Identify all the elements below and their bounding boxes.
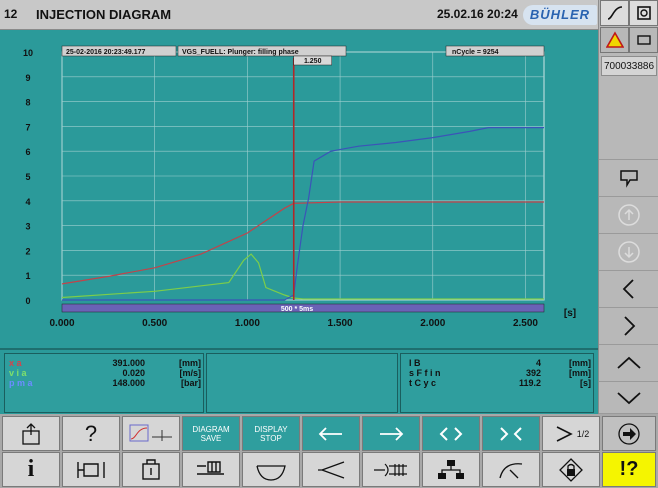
chart-canvas: 0 1 2 3 4 5 6 7 8 9 10 0.000 0.500 1.000 1.500 2.000 2.5… xyxy=(23,45,576,329)
title-bar: 12 INJECTION DIAGRAM 25.02.16 20:24 BÜHL… xyxy=(0,0,598,30)
screen-icon[interactable] xyxy=(629,0,658,26)
value-unit: [m/s] xyxy=(179,368,201,378)
arrow-left-icon[interactable] xyxy=(302,416,360,451)
speech-bubble-icon[interactable] xyxy=(599,160,658,197)
extractor-icon[interactable] xyxy=(362,452,420,487)
diagram-settings-icon xyxy=(129,424,172,441)
help-button[interactable]: ? xyxy=(62,416,120,451)
network-icon[interactable] xyxy=(422,452,480,487)
y-tick-label: 5 xyxy=(25,172,30,182)
value-unit: [mm] xyxy=(569,368,591,378)
x-axis-label: [s] xyxy=(564,308,576,319)
y-tick-label: 0 xyxy=(25,296,30,306)
scroll-up-disabled-icon[interactable] xyxy=(599,197,658,234)
machine-serial: 700033886 xyxy=(601,56,657,76)
screen-title: INJECTION DIAGRAM xyxy=(36,7,172,22)
live-values-box: x a 391.000 [mm] v i a 0.020 [m/s] p m a… xyxy=(4,353,204,413)
alarm-warning-icon[interactable] xyxy=(600,27,629,53)
cursor-value-label: 1.250 xyxy=(304,58,322,65)
zoom-out-icon[interactable] xyxy=(422,416,480,451)
battery-icon[interactable] xyxy=(629,27,658,53)
injection-unit-icon[interactable] xyxy=(182,452,240,487)
x-tick-label: 1.000 xyxy=(235,318,260,329)
brand-logo: BÜHLER xyxy=(523,5,597,25)
diagram-save-button[interactable]: DIAGRAM SAVE xyxy=(182,416,240,451)
empty-info-box xyxy=(206,353,398,413)
y-tick-label: 6 xyxy=(25,147,30,157)
value-unit: [bar] xyxy=(181,378,201,388)
y-tick-label: 10 xyxy=(23,48,33,58)
right-sidebar: 700033886 xyxy=(598,0,658,414)
y-tick-label: 3 xyxy=(25,222,30,232)
x-tick-label: 0.000 xyxy=(49,318,74,329)
display-stop-button[interactable]: DISPLAY STOP xyxy=(242,416,300,451)
ladle-icon[interactable] xyxy=(242,452,300,487)
trend-icon[interactable] xyxy=(600,0,629,26)
value: 4 xyxy=(535,358,541,368)
value: 148.000 xyxy=(112,378,145,388)
timestamp-label: 25-02-2016 20:23:49.177 xyxy=(66,49,146,56)
die-icon[interactable] xyxy=(122,452,180,487)
x-tick-label: 0.500 xyxy=(142,318,167,329)
next-page-button[interactable]: 1/2 xyxy=(542,416,600,451)
datetime: 25.02.16 20:24 xyxy=(437,7,518,21)
cycle-values-box: I B 4 [mm] s F f i n 392 [mm] t C y c 11… xyxy=(400,353,594,413)
clamping-unit-icon[interactable] xyxy=(62,452,120,487)
value: 119.2 xyxy=(518,378,541,388)
value-label: p m a xyxy=(9,378,33,388)
esc-icon xyxy=(22,422,40,445)
y-tick-label: 4 xyxy=(25,197,30,207)
bottom-toolbar: ? DIAGRAM SAVE DISPLAY STOP 1/2 i !? xyxy=(0,414,658,488)
value-unit: [mm] xyxy=(179,358,201,368)
enter-arrow-icon[interactable] xyxy=(602,416,656,451)
x-tick-label: 2.500 xyxy=(513,318,538,329)
scroll-down-disabled-icon[interactable] xyxy=(599,234,658,271)
lock-icon[interactable] xyxy=(542,452,600,487)
chevron-right-icon[interactable] xyxy=(599,308,658,345)
arrow-right-icon[interactable] xyxy=(362,416,420,451)
y-tick-label: 9 xyxy=(25,73,30,83)
y-tick-label: 8 xyxy=(25,98,30,108)
value: 391.000 xyxy=(112,358,145,368)
empty-slot xyxy=(599,80,658,160)
chart-title: VGS_FUELL: Plunger: filling phase xyxy=(182,49,299,56)
value-unit: [s] xyxy=(580,378,591,388)
context-help-button[interactable]: !? xyxy=(602,452,656,487)
value-label: I B xyxy=(409,358,421,368)
measurement-panel: x a 391.000 [mm] v i a 0.020 [m/s] p m a… xyxy=(0,348,598,414)
value: 392 xyxy=(525,368,541,378)
chevron-left-icon[interactable] xyxy=(599,271,658,308)
injection-chart: 0 1 2 3 4 5 6 7 8 9 10 0.000 0.500 1.000 1.500 2.000 2.5… xyxy=(0,30,598,348)
chevron-down-icon[interactable] xyxy=(599,382,658,414)
gauge-icon[interactable] xyxy=(482,452,540,487)
cycle-label: nCycle = 9254 xyxy=(452,49,499,56)
diagram-settings-button[interactable] xyxy=(122,416,180,451)
y-tick-label: 1 xyxy=(25,271,30,281)
x-tick-label: 2.000 xyxy=(420,318,445,329)
esc-button[interactable] xyxy=(2,416,60,451)
value-label: s F f i n xyxy=(409,368,441,378)
screen-number: 12 xyxy=(4,7,18,21)
time-scale-label: 500 * 5ms xyxy=(281,306,313,313)
y-tick-label: 2 xyxy=(25,246,30,256)
info-button[interactable]: i xyxy=(2,452,60,487)
value-label: x a xyxy=(9,358,22,368)
page-indicator: 1/2 xyxy=(576,428,590,439)
spray-icon[interactable] xyxy=(302,452,360,487)
zoom-in-icon[interactable] xyxy=(482,416,540,451)
value-label: v i a xyxy=(9,368,27,378)
value-unit: [mm] xyxy=(569,358,591,368)
value: 0.020 xyxy=(122,368,145,378)
chevron-up-icon[interactable] xyxy=(599,345,658,382)
value-label: t C y c xyxy=(409,378,437,388)
next-page-icon xyxy=(556,425,573,442)
y-tick-label: 7 xyxy=(25,122,30,132)
x-tick-label: 1.500 xyxy=(328,318,353,329)
